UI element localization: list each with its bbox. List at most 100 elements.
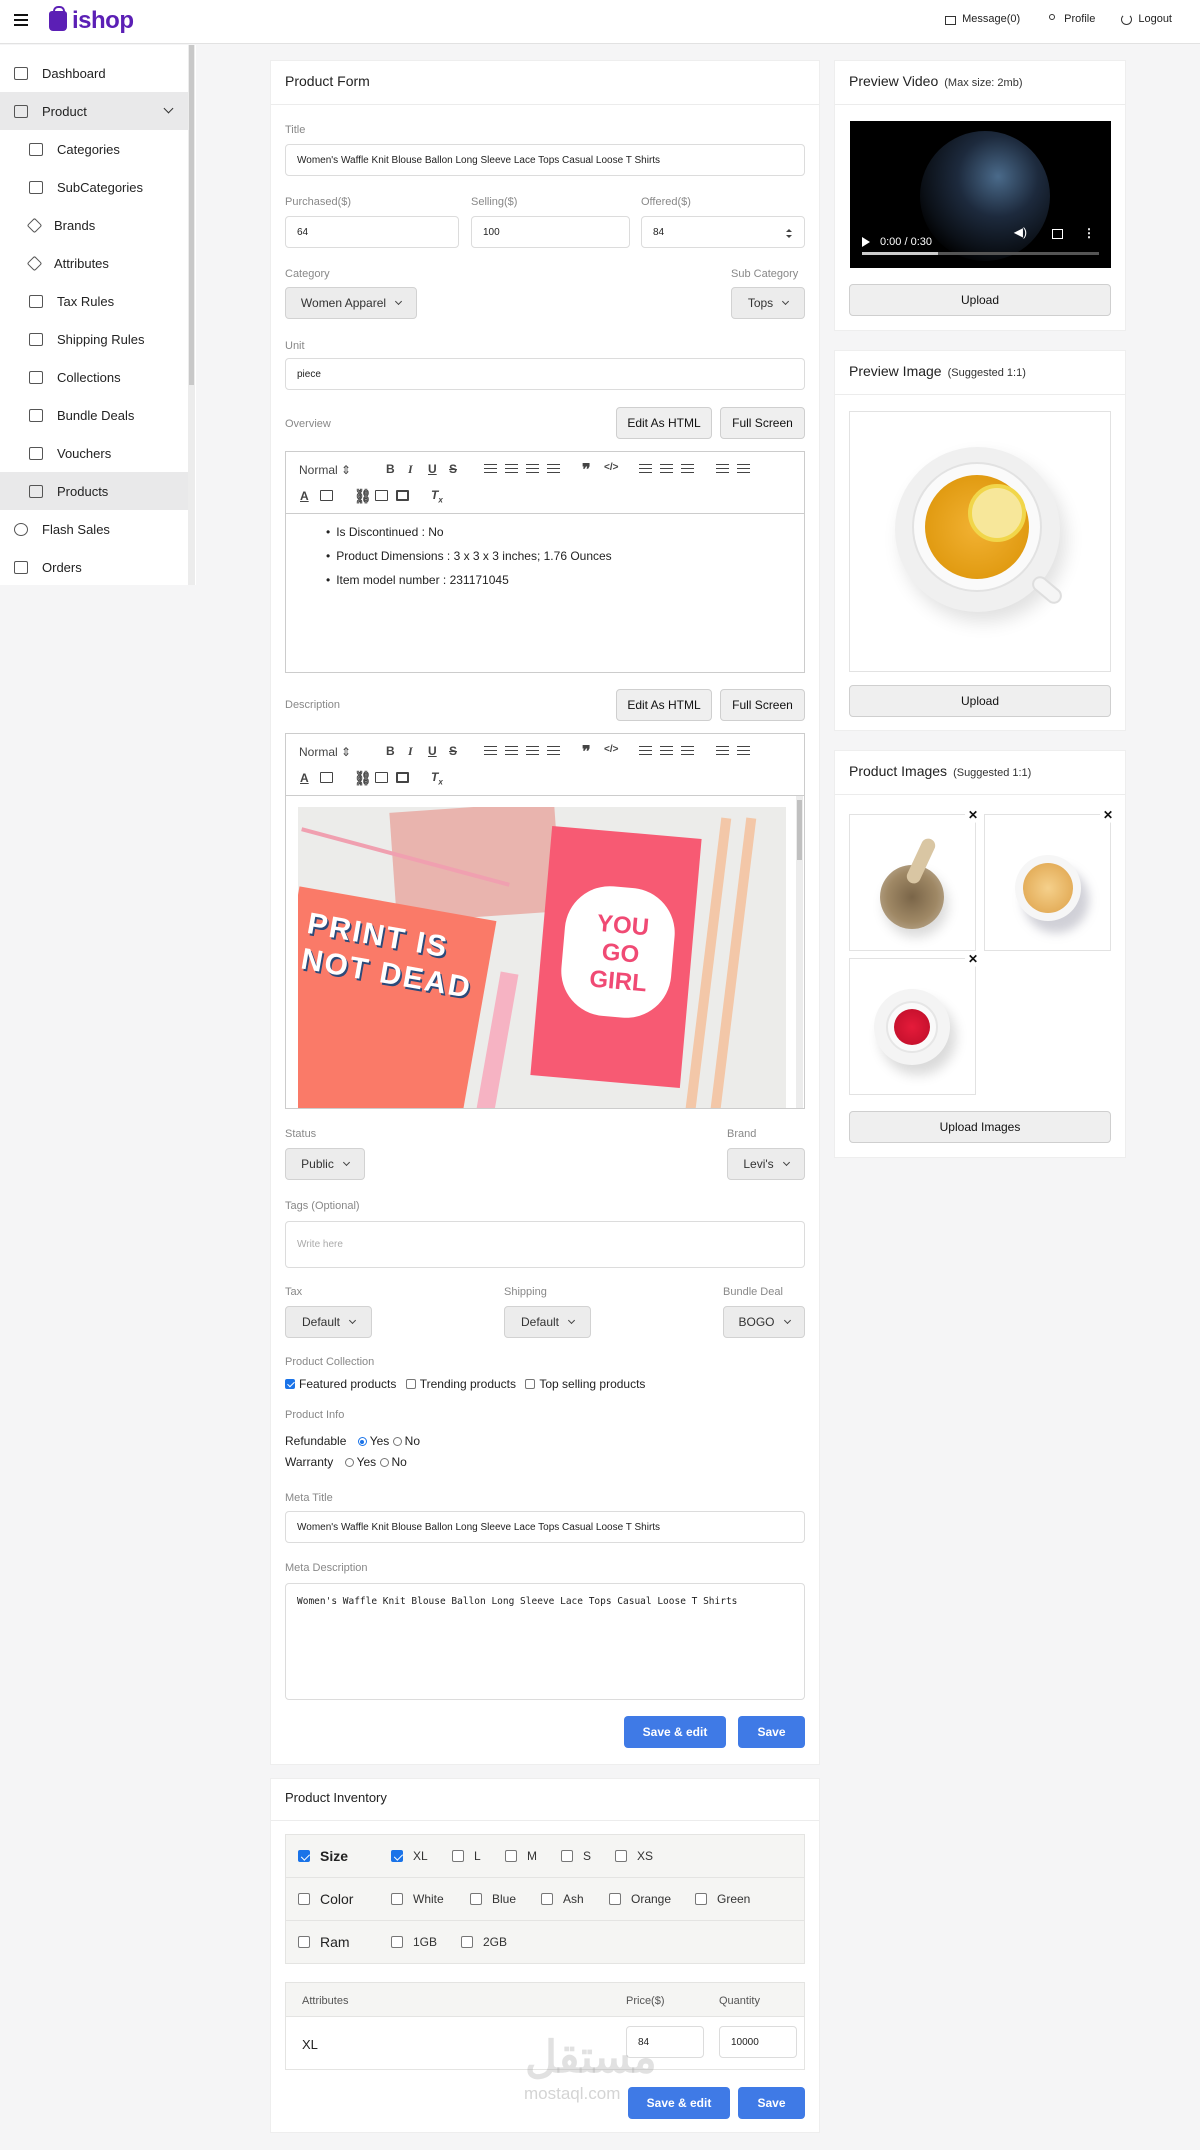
option-s[interactable]: S xyxy=(561,1849,591,1863)
profile-link[interactable]: Profile xyxy=(1046,13,1095,25)
check-list-icon[interactable] xyxy=(681,746,694,755)
checkbox[interactable] xyxy=(541,1893,553,1905)
align-right-icon[interactable] xyxy=(526,746,539,755)
video-player[interactable]: 0:00 / 0:30 ◀) ⋮ xyxy=(850,121,1111,268)
description-full-screen-button[interactable]: Full Screen xyxy=(720,689,805,721)
align-justify-icon[interactable] xyxy=(547,464,560,473)
sidebar-item-flash-sales[interactable]: Flash Sales xyxy=(0,510,188,548)
align-justify-icon[interactable] xyxy=(547,746,560,755)
option-ash[interactable]: Ash xyxy=(541,1892,584,1906)
checkbox[interactable] xyxy=(505,1850,517,1862)
selling-input[interactable]: 100 xyxy=(471,216,630,248)
sidebar-item-dashboard[interactable]: Dashboard xyxy=(0,54,188,92)
checkbox[interactable] xyxy=(452,1850,464,1862)
play-icon[interactable] xyxy=(862,237,870,247)
clear-format-icon[interactable]: Tx xyxy=(431,488,443,504)
top-selling-checkbox-option[interactable]: Top selling products xyxy=(525,1377,645,1391)
blockquote-icon[interactable]: ❞ xyxy=(582,742,591,762)
logout-link[interactable]: Logout xyxy=(1121,13,1172,25)
category-select[interactable]: Women Apparel xyxy=(285,287,417,319)
checkbox[interactable] xyxy=(561,1850,573,1862)
checkbox[interactable] xyxy=(298,1850,310,1862)
overview-edit-html-button[interactable]: Edit As HTML xyxy=(616,407,712,439)
align-right-icon[interactable] xyxy=(526,464,539,473)
product-image-thumbnail[interactable] xyxy=(849,958,976,1095)
text-color-icon[interactable]: A xyxy=(300,771,309,785)
more-options-icon[interactable]: ⋮ xyxy=(1083,226,1095,240)
sidebar-item-subcategories[interactable]: SubCategories xyxy=(0,168,188,206)
checkbox[interactable] xyxy=(461,1936,473,1948)
row-quantity-input[interactable]: 10000 xyxy=(719,2026,797,2058)
outdent-icon[interactable] xyxy=(716,464,729,473)
meta-title-input[interactable]: Women's Waffle Knit Blouse Ballon Long S… xyxy=(285,1511,805,1543)
remove-image-icon[interactable]: ✕ xyxy=(965,807,981,823)
strike-icon[interactable]: S xyxy=(449,744,457,758)
image-icon[interactable] xyxy=(375,490,388,501)
checkbox[interactable] xyxy=(525,1379,536,1389)
italic-icon[interactable]: I xyxy=(408,462,413,477)
overview-content[interactable]: Is Discontinued : No Product Dimensions … xyxy=(326,520,611,592)
background-color-icon[interactable] xyxy=(320,772,333,783)
align-left-icon[interactable] xyxy=(484,746,497,755)
bullet-list-icon[interactable] xyxy=(660,464,673,473)
upload-image-button[interactable]: Upload xyxy=(849,685,1111,717)
upload-video-button[interactable]: Upload xyxy=(849,284,1111,316)
messages-link[interactable]: Message(0) xyxy=(945,13,1020,25)
checkbox[interactable] xyxy=(470,1893,482,1905)
ordered-list-icon[interactable] xyxy=(639,464,652,473)
radio[interactable] xyxy=(344,1458,354,1467)
attribute-ram[interactable]: Ram xyxy=(298,1934,350,1950)
video-progress-bar[interactable] xyxy=(862,252,1099,255)
attribute-size[interactable]: Size xyxy=(298,1848,348,1864)
warranty-yes-radio[interactable]: Yes xyxy=(344,1455,376,1469)
checkbox[interactable] xyxy=(298,1936,310,1948)
background-color-icon[interactable] xyxy=(320,490,333,501)
featured-checkbox-option[interactable]: Featured products xyxy=(285,1377,396,1391)
option-orange[interactable]: Orange xyxy=(609,1892,671,1906)
option-m[interactable]: M xyxy=(505,1849,537,1863)
radio[interactable] xyxy=(379,1458,389,1467)
volume-icon[interactable]: ◀) xyxy=(1014,225,1027,239)
product-image-thumbnail[interactable] xyxy=(849,814,976,951)
overview-full-screen-button[interactable]: Full Screen xyxy=(720,407,805,439)
upload-images-button[interactable]: Upload Images xyxy=(849,1111,1111,1143)
overview-editor[interactable]: Normal ⇕ B I U S ❞ </> A ⛓ Tx Is Discont… xyxy=(285,451,805,673)
product-image-thumbnail[interactable] xyxy=(984,814,1111,951)
trending-checkbox-option[interactable]: Trending products xyxy=(405,1377,516,1391)
video-icon[interactable] xyxy=(396,490,409,501)
checkbox[interactable] xyxy=(615,1850,627,1862)
checkbox[interactable] xyxy=(391,1936,403,1948)
option-green[interactable]: Green xyxy=(695,1892,750,1906)
meta-description-textarea[interactable]: Women's Waffle Knit Blouse Ballon Long S… xyxy=(285,1583,805,1700)
bold-icon[interactable]: B xyxy=(386,744,395,758)
image-icon[interactable] xyxy=(375,772,388,783)
checkbox[interactable] xyxy=(609,1893,621,1905)
brand-select[interactable]: Levi's xyxy=(727,1148,805,1180)
bundle-deal-select[interactable]: BOGO xyxy=(723,1306,805,1338)
save-button[interactable]: Save xyxy=(738,1716,805,1748)
link-icon[interactable]: ⛓ xyxy=(354,488,372,505)
refundable-yes-radio[interactable]: Yes xyxy=(357,1434,389,1448)
sidebar-item-categories[interactable]: Categories xyxy=(0,130,188,168)
outdent-icon[interactable] xyxy=(716,746,729,755)
bullet-list-icon[interactable] xyxy=(660,746,673,755)
description-edit-html-button[interactable]: Edit As HTML xyxy=(616,689,712,721)
logo[interactable]: ishop xyxy=(49,6,134,35)
align-center-icon[interactable] xyxy=(505,464,518,473)
shipping-select[interactable]: Default xyxy=(504,1306,591,1338)
title-input[interactable]: Women's Waffle Knit Blouse Ballon Long S… xyxy=(285,144,805,176)
option-white[interactable]: White xyxy=(391,1892,444,1906)
blockquote-icon[interactable]: ❞ xyxy=(582,460,591,480)
option-l[interactable]: L xyxy=(452,1849,481,1863)
indent-icon[interactable] xyxy=(737,464,750,473)
checkbox[interactable] xyxy=(405,1379,416,1389)
sidebar-item-attributes[interactable]: Attributes xyxy=(0,244,188,282)
checkbox[interactable] xyxy=(391,1893,403,1905)
attribute-color[interactable]: Color xyxy=(298,1891,353,1907)
align-center-icon[interactable] xyxy=(505,746,518,755)
sidebar-scrollbar-thumb[interactable] xyxy=(189,45,194,385)
checkbox[interactable] xyxy=(285,1379,295,1389)
tags-input[interactable]: Write here xyxy=(285,1221,805,1268)
underline-icon[interactable]: U xyxy=(428,744,437,758)
sidebar-item-brands[interactable]: Brands xyxy=(0,206,188,244)
